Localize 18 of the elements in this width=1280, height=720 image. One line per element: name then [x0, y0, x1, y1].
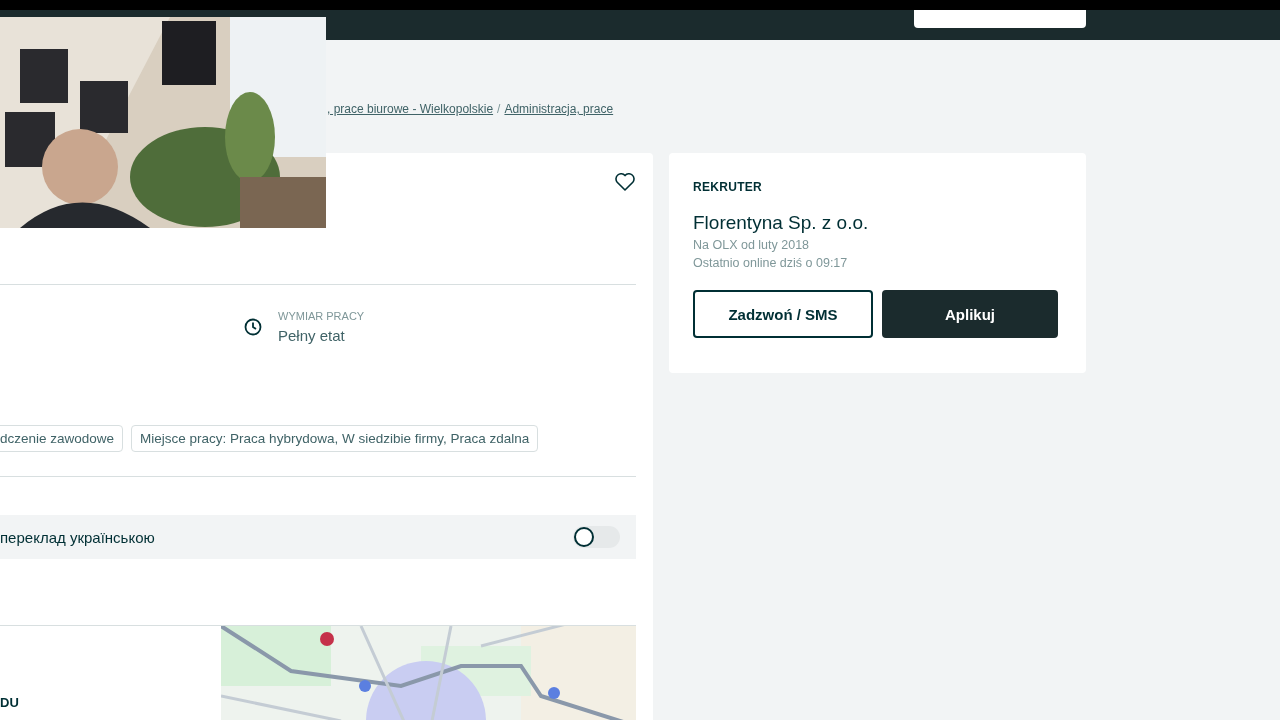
translation-label: переклад українською [0, 528, 155, 546]
apply-button[interactable]: Aplikuj [882, 290, 1058, 338]
last-online: Ostatnio online dziś o 09:17 [693, 256, 849, 270]
company-name: Florentyna Sp. z o.o. [693, 212, 870, 234]
call-button[interactable]: Zadzwoń / SMS [693, 290, 873, 338]
breadcrumb-link[interactable]: , prace biurowe - Wielkopolskie [327, 102, 494, 116]
tag: dczenie zawodowe [0, 425, 124, 452]
heart-icon[interactable] [615, 173, 635, 191]
detail-label: WYMIAR PRACY [278, 310, 365, 322]
tag: Miejsce pracy: Praca hybrydowa, W siedzibie firmy, Praca zdalna [131, 425, 539, 452]
detail-value: Pełny etat [278, 327, 346, 344]
breadcrumb-separator: / [497, 102, 501, 116]
section-heading: REKRUTER [693, 180, 764, 194]
toggle-switch[interactable] [573, 526, 620, 548]
section-heading: DU [0, 696, 19, 710]
member-since: Na OLX od luty 2018 [693, 238, 811, 252]
breadcrumb-link[interactable]: Administracja, prace [504, 102, 614, 116]
clock-icon [244, 318, 262, 336]
